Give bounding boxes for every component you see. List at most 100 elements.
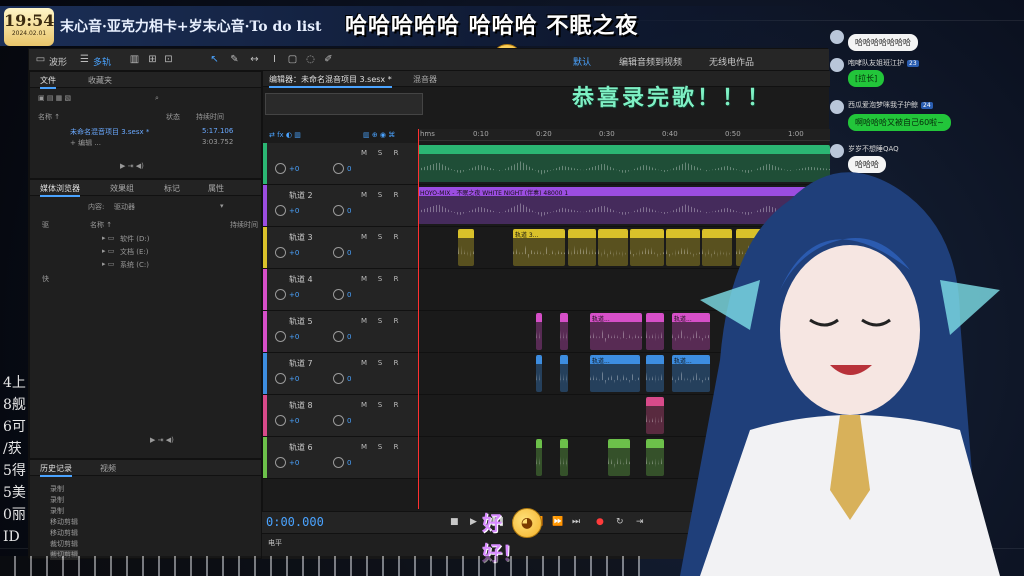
solo-button[interactable]: S [375, 274, 385, 284]
search-icon[interactable]: ⌕ [155, 94, 159, 103]
editor-tool-icons[interactable]: ⇄ fx ◐ ▥ [269, 131, 301, 139]
slip-tool-icon[interactable]: ↔ [249, 54, 260, 65]
tab-favorites[interactable]: 收藏夹 [88, 75, 112, 86]
audio-clip[interactable]: 轨道... [590, 355, 640, 392]
audio-clip[interactable]: 轨道 3... [513, 229, 565, 266]
solo-button[interactable]: S [375, 190, 385, 200]
column-status[interactable]: 状态 [166, 112, 180, 122]
files-playback-icons[interactable]: ▶ ⇥ ◀) [120, 162, 144, 170]
play-icon[interactable]: ▶ [470, 517, 477, 527]
pan-knob[interactable] [333, 205, 344, 216]
tab-files[interactable]: 文件 [40, 75, 56, 89]
audio-clip[interactable] [560, 313, 568, 350]
volume-knob[interactable] [275, 289, 286, 300]
record-arm-button[interactable]: R [391, 358, 401, 368]
audio-clip[interactable] [598, 229, 628, 266]
pan-value[interactable]: 0 [347, 249, 351, 257]
mute-button[interactable]: M [359, 316, 369, 326]
session-overview[interactable] [265, 93, 423, 115]
track-name[interactable]: 轨道 5 [289, 316, 313, 327]
move-tool-icon[interactable]: ↖ [209, 54, 220, 65]
volume-value[interactable]: +0 [289, 375, 299, 383]
tool-icon[interactable]: ⊞ [147, 54, 158, 65]
workspace-radio[interactable]: 无线电作品 [709, 55, 754, 68]
column-duration[interactable]: 持续时间 [230, 220, 258, 230]
volume-value[interactable]: +0 [289, 165, 299, 173]
audio-clip[interactable] [536, 355, 542, 392]
multitrack-icon[interactable]: ☰ [79, 54, 90, 65]
track-header[interactable]: 轨道 4 M S R +0 0 [263, 269, 418, 310]
tree-shortcut[interactable]: 快 [42, 274, 49, 284]
mute-button[interactable]: M [359, 190, 369, 200]
solo-button[interactable]: S [375, 400, 385, 410]
marquee-icon[interactable]: ▢ [287, 54, 298, 65]
mute-button[interactable]: M [359, 148, 369, 158]
chevron-down-icon[interactable]: ▾ [220, 202, 224, 210]
audio-clip[interactable] [568, 229, 596, 266]
track-view-icons[interactable]: ▥ ⊕ ◉ ⌘ [363, 131, 395, 139]
pan-value[interactable]: 0 [347, 165, 351, 173]
brush-icon[interactable]: ✐ [323, 54, 334, 65]
audio-clip[interactable]: 轨道... [590, 313, 642, 350]
tree-root[interactable]: 驱 [42, 220, 49, 230]
workspace-edit-av[interactable]: 编辑音频到视频 [619, 55, 682, 68]
pan-knob[interactable] [333, 373, 344, 384]
audio-clip[interactable] [536, 439, 542, 476]
mute-button[interactable]: M [359, 442, 369, 452]
volume-knob[interactable] [275, 205, 286, 216]
history-item[interactable]: 录制 [50, 495, 64, 505]
file-item-name[interactable]: + 编辑 ... [70, 138, 101, 148]
tool-icon[interactable]: ▥ [129, 54, 140, 65]
pan-value[interactable]: 0 [347, 291, 351, 299]
solo-button[interactable]: S [375, 442, 385, 452]
volume-value[interactable]: +0 [289, 417, 299, 425]
record-arm-button[interactable]: R [391, 400, 401, 410]
fast-forward-icon[interactable]: ⏩ [552, 517, 563, 527]
open-folder-icon[interactable]: ▣ ▤ ▦ ▧ [38, 94, 71, 102]
tab-markers[interactable]: 标记 [164, 183, 180, 194]
pan-knob[interactable] [333, 163, 344, 174]
record-arm-button[interactable]: R [391, 232, 401, 242]
pan-knob[interactable] [333, 289, 344, 300]
track-header[interactable]: 轨道 6 M S R +0 0 [263, 437, 418, 478]
pan-knob[interactable] [333, 247, 344, 258]
track-header[interactable]: 轨道 2 M S R +0 0 [263, 185, 418, 226]
volume-knob[interactable] [275, 163, 286, 174]
volume-knob[interactable] [275, 373, 286, 384]
audio-clip[interactable] [608, 439, 630, 476]
audio-clip[interactable] [560, 439, 568, 476]
drive-item[interactable]: 文档 (E:) [120, 247, 148, 257]
drive-item[interactable]: 软件 (D:) [120, 234, 149, 244]
history-item[interactable]: 录制 [50, 506, 64, 516]
track-header[interactable]: 轨道 5 M S R +0 0 [263, 311, 418, 352]
pan-knob[interactable] [333, 457, 344, 468]
track-header[interactable]: 轨道 3 M S R +0 0 [263, 227, 418, 268]
mute-button[interactable]: M [359, 358, 369, 368]
tool-icon[interactable]: ⊡ [163, 54, 174, 65]
loop-icon[interactable]: ↻ [616, 517, 624, 527]
track-name[interactable]: 轨道 6 [289, 442, 313, 453]
volume-value[interactable]: +0 [289, 333, 299, 341]
stop-icon[interactable]: ■ [450, 517, 459, 527]
volume-knob[interactable] [275, 331, 286, 342]
media-playback-icons[interactable]: ▶ ⇥ ◀) [150, 436, 174, 444]
mute-button[interactable]: M [359, 232, 369, 242]
record-arm-button[interactable]: R [391, 316, 401, 326]
playhead[interactable] [418, 129, 419, 509]
track-header[interactable]: 轨道 8 M S R +0 0 [263, 395, 418, 436]
solo-button[interactable]: S [375, 316, 385, 326]
content-dropdown[interactable]: 驱动器 [114, 202, 135, 212]
column-name[interactable]: 名称 ↑ [38, 112, 60, 122]
volume-value[interactable]: +0 [289, 249, 299, 257]
history-item[interactable]: 移动剪辑 [50, 517, 78, 527]
mute-button[interactable]: M [359, 400, 369, 410]
drive-item[interactable]: 系统 (C:) [120, 260, 149, 270]
volume-value[interactable]: +0 [289, 207, 299, 215]
solo-button[interactable]: S [375, 358, 385, 368]
pan-value[interactable]: 0 [347, 459, 351, 467]
record-arm-button[interactable]: R [391, 148, 401, 158]
multitrack-view-button[interactable]: 多轨 [93, 55, 111, 68]
solo-button[interactable]: S [375, 148, 385, 158]
track-name[interactable]: 轨道 2 [289, 190, 313, 201]
skip-end-icon[interactable]: ⏭ [572, 517, 580, 527]
